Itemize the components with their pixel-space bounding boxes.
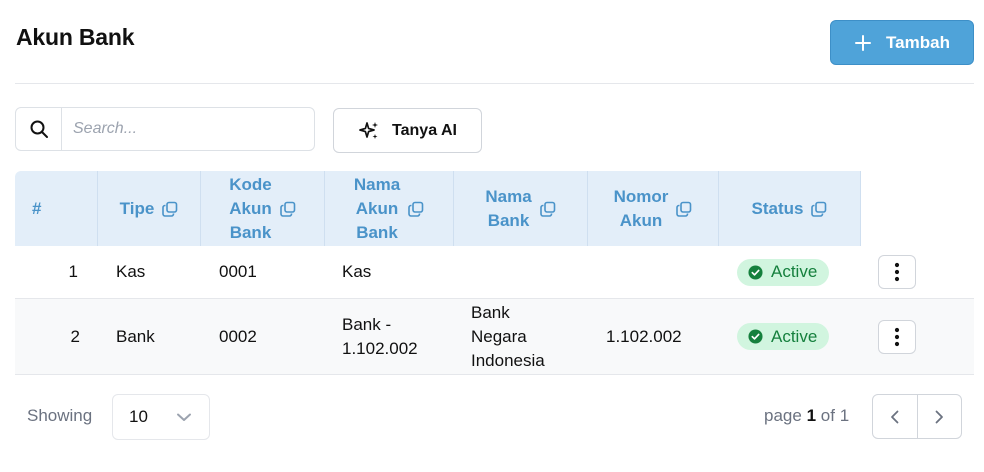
table-row: 1 Kas 0001 Kas Active: [15, 246, 974, 299]
cell-number: 1: [15, 246, 78, 298]
add-button-label: Tambah: [886, 32, 950, 52]
copy-icon[interactable]: [811, 201, 827, 217]
previous-page-button[interactable]: [873, 395, 917, 438]
table-row: 2 Bank 0002 Bank - 1.102.002 Bank Negara…: [15, 299, 974, 375]
chevron-down-icon: [177, 413, 191, 421]
copy-icon[interactable]: [408, 201, 424, 217]
cell-text: 1: [68, 262, 78, 281]
column-label: Tipe: [119, 198, 155, 218]
column-header-nama-akun-bank[interactable]: Nama Akun Bank: [325, 171, 454, 246]
cell-nomor: 1.102.002: [606, 299, 682, 374]
cell-actions: [878, 246, 916, 298]
cell-tipe: Bank: [116, 299, 155, 374]
pagination: [872, 394, 962, 439]
search-input[interactable]: [62, 108, 314, 150]
column-header-nomor-akun[interactable]: Nomor Akun: [588, 171, 719, 246]
cell-actions: [878, 299, 916, 374]
cell-tipe: Kas: [116, 246, 145, 298]
cell-status: Active: [737, 246, 830, 298]
column-header-nama-bank[interactable]: Nama Bank: [454, 171, 588, 246]
cell-nama-bank: Bank Negara Indonesia: [471, 299, 545, 374]
add-button[interactable]: Tambah: [830, 20, 974, 65]
cell-text: Bank: [116, 326, 155, 346]
next-page-button[interactable]: [916, 395, 962, 438]
sparkles-icon: [359, 121, 379, 139]
cell-kode: 0001: [219, 246, 257, 298]
row-menu-button[interactable]: [878, 319, 916, 354]
total-pages: 1: [839, 406, 850, 425]
chevron-left-icon: [890, 410, 899, 423]
cell-text: 0002: [219, 326, 257, 346]
page-of: of: [820, 406, 835, 425]
copy-icon[interactable]: [279, 201, 296, 217]
column-label: Nama Bank: [485, 186, 532, 230]
column-label: Nomor Akun: [613, 186, 669, 230]
more-vertical-icon: [894, 262, 900, 282]
status-text: Active: [771, 326, 818, 346]
row-menu-button[interactable]: [878, 255, 916, 289]
cell-nama-akun: Kas: [342, 246, 371, 298]
column-header-actions: [861, 171, 974, 246]
cell-nama-akun: Bank - 1.102.002: [342, 299, 418, 374]
check-circle-icon: [748, 329, 763, 344]
column-header-number: #: [15, 171, 98, 246]
search-box: [15, 107, 315, 151]
chevron-right-icon: [935, 410, 944, 423]
column-header-status[interactable]: Status: [719, 171, 861, 246]
cell-status: Active: [737, 299, 830, 374]
table-header: # Tipe Kode Akun Bank Nama Akun Bank Nam…: [15, 171, 974, 246]
column-label: #: [32, 198, 42, 218]
status-badge: Active: [737, 323, 830, 350]
page-size-select[interactable]: 10: [112, 394, 210, 440]
copy-icon[interactable]: [676, 201, 692, 217]
page-size-value: 10: [129, 407, 148, 426]
copy-icon[interactable]: [162, 201, 178, 217]
header-divider: [15, 83, 974, 84]
cell-text: Kas: [342, 262, 372, 281]
status-badge: Active: [737, 258, 830, 286]
page-indicator: page 1 of 1: [764, 406, 849, 426]
page-prefix: page: [764, 406, 802, 425]
cell-kode: 0002: [219, 299, 257, 374]
more-vertical-icon: [894, 327, 900, 346]
cell-number: 2: [15, 299, 80, 374]
page-title: Akun Bank: [16, 24, 135, 50]
cell-text: Bank - 1.102.002: [342, 314, 418, 358]
search-icon[interactable]: [16, 108, 62, 150]
cell-text: 0001: [219, 262, 257, 281]
showing-label: Showing: [27, 406, 93, 425]
cell-text: 2: [70, 326, 80, 346]
column-label: Nama Akun Bank: [353, 174, 401, 242]
current-page: 1: [806, 406, 817, 425]
status-text: Active: [771, 262, 818, 281]
cell-text: 1.102.002: [606, 326, 682, 346]
column-label: Status: [751, 198, 804, 218]
column-header-tipe[interactable]: Tipe: [98, 171, 201, 246]
column-header-kode-akun-bank[interactable]: Kode Akun Bank: [201, 171, 325, 246]
cell-text: Bank Negara Indonesia: [471, 302, 545, 370]
column-label: Kode Akun Bank: [229, 174, 272, 242]
ask-ai-label: Tanya AI: [392, 121, 457, 139]
ask-ai-button[interactable]: Tanya AI: [333, 108, 482, 153]
bank-accounts-table: # Tipe Kode Akun Bank Nama Akun Bank Nam…: [15, 171, 974, 375]
cell-text: Kas: [116, 262, 146, 281]
plus-icon: [855, 34, 872, 51]
copy-icon[interactable]: [539, 201, 556, 217]
check-circle-icon: [748, 264, 763, 280]
